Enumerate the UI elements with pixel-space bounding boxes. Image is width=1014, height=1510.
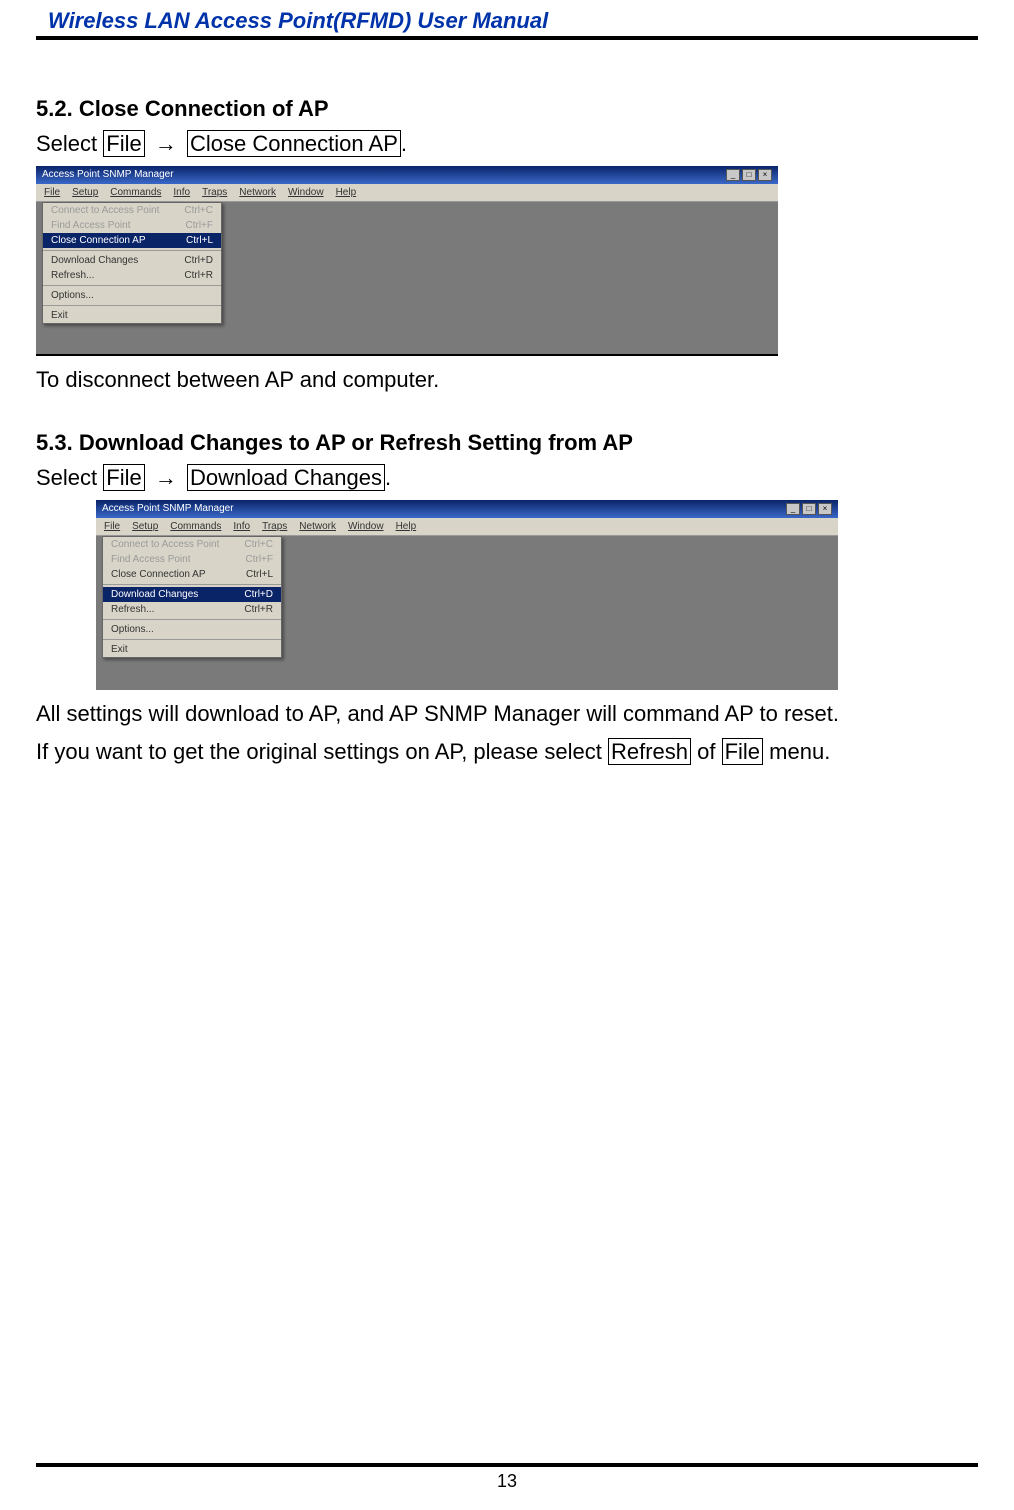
minimize-button[interactable]: _	[726, 169, 740, 181]
page-footer: 13	[36, 1463, 978, 1492]
file-dropdown: Connect to Access PointCtrl+C Find Acces…	[42, 202, 222, 324]
menu-file[interactable]: File	[104, 521, 120, 532]
menu-network[interactable]: Network	[299, 521, 336, 532]
download-changes-ref: Download Changes	[187, 464, 385, 491]
select-label: Select	[36, 465, 97, 490]
section-title: Download Changes to AP or Refresh Settin…	[79, 430, 633, 455]
menu-setup[interactable]: Setup	[72, 187, 98, 198]
caption-5-3-line2: If you want to get the original settings…	[36, 736, 978, 768]
menu-item-exit[interactable]: Exit	[43, 308, 221, 323]
section-5-2-heading: 5.2. Close Connection of AP	[36, 96, 978, 122]
file-menu-ref: File	[103, 130, 144, 157]
menu-item-refresh[interactable]: Refresh...Ctrl+R	[103, 602, 281, 617]
section-title: Close Connection of AP	[79, 96, 329, 121]
menu-item-connect: Connect to Access PointCtrl+C	[103, 537, 281, 552]
menu-item-options[interactable]: Options...	[103, 622, 281, 637]
screenshot-border	[36, 354, 778, 356]
page-header: Wireless LAN Access Point(RFMD) User Man…	[36, 0, 978, 40]
menu-separator	[103, 584, 281, 585]
section-number: 5.3.	[36, 430, 73, 455]
menu-separator	[43, 250, 221, 251]
menu-item-options[interactable]: Options...	[43, 288, 221, 303]
period: .	[385, 465, 391, 490]
window-title: Access Point SNMP Manager	[42, 169, 174, 180]
menu-info[interactable]: Info	[173, 187, 190, 198]
text-pre: If you want to get the original settings…	[36, 739, 608, 764]
menu-info[interactable]: Info	[233, 521, 250, 532]
menu-item-find: Find Access PointCtrl+F	[103, 552, 281, 567]
period: .	[401, 131, 407, 156]
page-number: 13	[36, 1471, 978, 1492]
window-titlebar: Access Point SNMP Manager _ □ ×	[36, 166, 778, 184]
menu-traps[interactable]: Traps	[202, 187, 227, 198]
window-buttons: _ □ ×	[786, 503, 832, 515]
file-menu-ref: File	[103, 464, 144, 491]
instruction-5-2: Select File → Close Connection AP.	[36, 128, 978, 160]
arrow-icon: →	[151, 465, 181, 490]
menu-item-download[interactable]: Download ChangesCtrl+D	[103, 587, 281, 602]
instruction-5-3: Select File → Download Changes.	[36, 462, 978, 494]
footer-rule	[36, 1463, 978, 1467]
screenshot-download-changes: Access Point SNMP Manager _ □ × File Set…	[96, 500, 838, 690]
menu-item-download[interactable]: Download ChangesCtrl+D	[43, 253, 221, 268]
menu-separator	[43, 285, 221, 286]
menu-item-connect: Connect to Access PointCtrl+C	[43, 203, 221, 218]
menu-item-find: Find Access PointCtrl+F	[43, 218, 221, 233]
window-title: Access Point SNMP Manager	[102, 503, 234, 514]
menu-separator	[43, 305, 221, 306]
window-titlebar: Access Point SNMP Manager _ □ ×	[96, 500, 838, 518]
close-button[interactable]: ×	[818, 503, 832, 515]
refresh-ref: Refresh	[608, 738, 691, 765]
menu-item-exit[interactable]: Exit	[103, 642, 281, 657]
window-buttons: _ □ ×	[726, 169, 772, 181]
arrow-icon: →	[151, 131, 181, 156]
menu-traps[interactable]: Traps	[262, 521, 287, 532]
minimize-button[interactable]: _	[786, 503, 800, 515]
menu-help[interactable]: Help	[396, 521, 417, 532]
menu-help[interactable]: Help	[336, 187, 357, 198]
menubar: File Setup Commands Info Traps Network W…	[96, 518, 838, 536]
menu-commands[interactable]: Commands	[170, 521, 221, 532]
menubar: File Setup Commands Info Traps Network W…	[36, 184, 778, 202]
menu-commands[interactable]: Commands	[110, 187, 161, 198]
menu-item-close-connection[interactable]: Close Connection APCtrl+L	[103, 567, 281, 582]
menu-file[interactable]: File	[44, 187, 60, 198]
close-button[interactable]: ×	[758, 169, 772, 181]
caption-5-2: To disconnect between AP and computer.	[36, 364, 978, 396]
section-number: 5.2.	[36, 96, 73, 121]
menu-separator	[103, 639, 281, 640]
maximize-button[interactable]: □	[742, 169, 756, 181]
menu-window[interactable]: Window	[348, 521, 384, 532]
text-mid: of	[691, 739, 722, 764]
header-rule	[36, 36, 978, 40]
menu-setup[interactable]: Setup	[132, 521, 158, 532]
section-5-3-heading: 5.3. Download Changes to AP or Refresh S…	[36, 430, 978, 456]
menu-item-refresh[interactable]: Refresh...Ctrl+R	[43, 268, 221, 283]
close-connection-ref: Close Connection AP	[187, 130, 401, 157]
menu-item-close-connection[interactable]: Close Connection APCtrl+L	[43, 233, 221, 248]
menu-window[interactable]: Window	[288, 187, 324, 198]
document-title: Wireless LAN Access Point(RFMD) User Man…	[36, 8, 978, 36]
file-ref: File	[722, 738, 763, 765]
select-label: Select	[36, 131, 97, 156]
file-dropdown: Connect to Access PointCtrl+C Find Acces…	[102, 536, 282, 658]
caption-5-3-line1: All settings will download to AP, and AP…	[36, 698, 978, 730]
maximize-button[interactable]: □	[802, 503, 816, 515]
menu-network[interactable]: Network	[239, 187, 276, 198]
text-post: menu.	[763, 739, 830, 764]
menu-separator	[103, 619, 281, 620]
screenshot-close-connection: Access Point SNMP Manager _ □ × File Set…	[36, 166, 778, 356]
